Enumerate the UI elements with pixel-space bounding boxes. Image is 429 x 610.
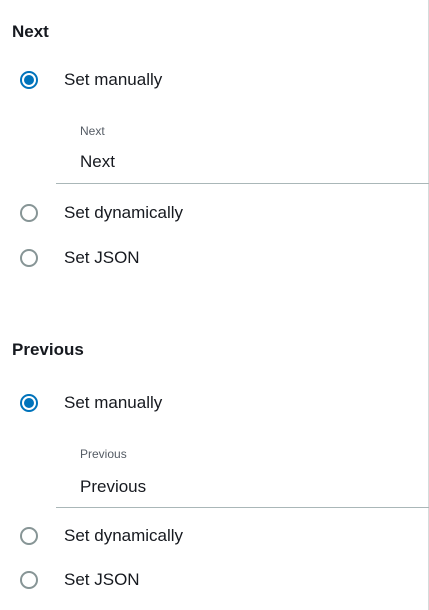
previous-section: Previous Set manually Previous Set dynam… <box>0 0 429 610</box>
previous-value-input[interactable] <box>80 477 400 497</box>
previous-set-json-label: Set JSON <box>64 570 140 589</box>
previous-set-dynamically-label: Set dynamically <box>64 526 184 545</box>
previous-set-dynamically-radio[interactable] <box>20 527 38 545</box>
previous-field-label: Previous <box>80 447 127 461</box>
previous-set-manually-option[interactable]: Set manually <box>20 391 162 415</box>
previous-set-json-radio[interactable] <box>20 571 38 589</box>
previous-section-title: Previous <box>12 340 84 359</box>
previous-set-manually-label: Set manually <box>64 393 163 412</box>
previous-set-json-option[interactable]: Set JSON <box>20 568 140 592</box>
previous-field-underline <box>56 507 429 508</box>
previous-set-dynamically-option[interactable]: Set dynamically <box>20 524 183 548</box>
previous-set-manually-radio[interactable] <box>20 394 38 412</box>
